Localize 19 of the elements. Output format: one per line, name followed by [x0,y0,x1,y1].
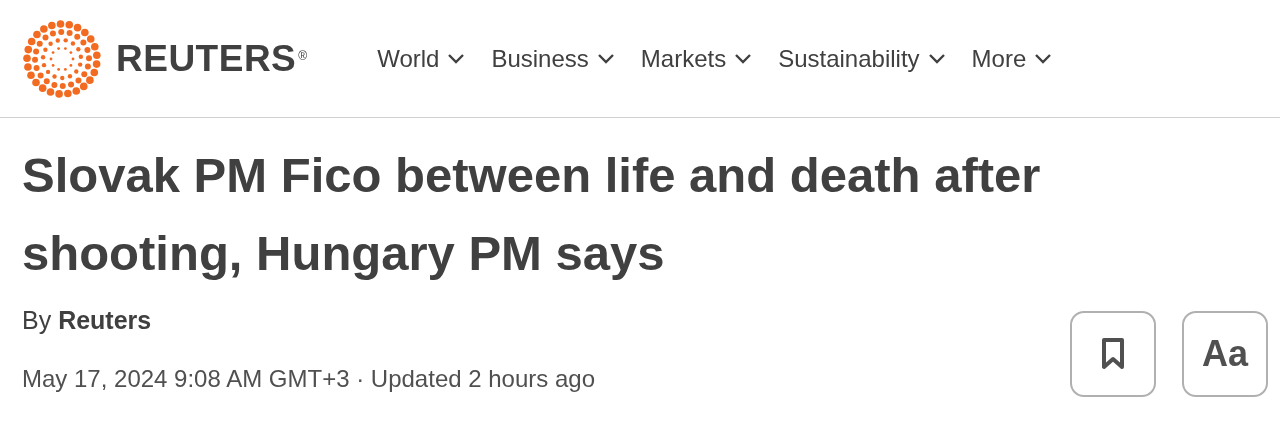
bookmark-button[interactable] [1070,311,1156,397]
logo-icon [22,18,102,99]
logo-wordmark: REUTERS [116,37,297,80]
chevron-icon [447,52,466,65]
nav-link[interactable]: More [971,44,1053,73]
font-size-button[interactable]: Aa [1182,311,1268,397]
nav-link[interactable]: Sustainability [778,44,946,73]
chevron-icon [1034,52,1053,65]
chevron-icon [927,52,946,65]
byline: By Reuters [22,306,153,335]
nav-link[interactable]: Markets [640,44,753,73]
dateline: May 17, 2024 9:08 AM GMT+3 · Updated 2 hours ago [22,365,595,393]
chevron-icon [734,52,753,65]
nav-link[interactable]: World [377,44,466,73]
registered-mark: ® [298,48,308,63]
chevron-icon [596,52,615,65]
nav-link[interactable]: Business [491,44,615,73]
headline: Slovak PM Fico between life and death after shooting, Hungary PM says [22,147,1042,282]
bookmark-icon [1101,337,1125,371]
